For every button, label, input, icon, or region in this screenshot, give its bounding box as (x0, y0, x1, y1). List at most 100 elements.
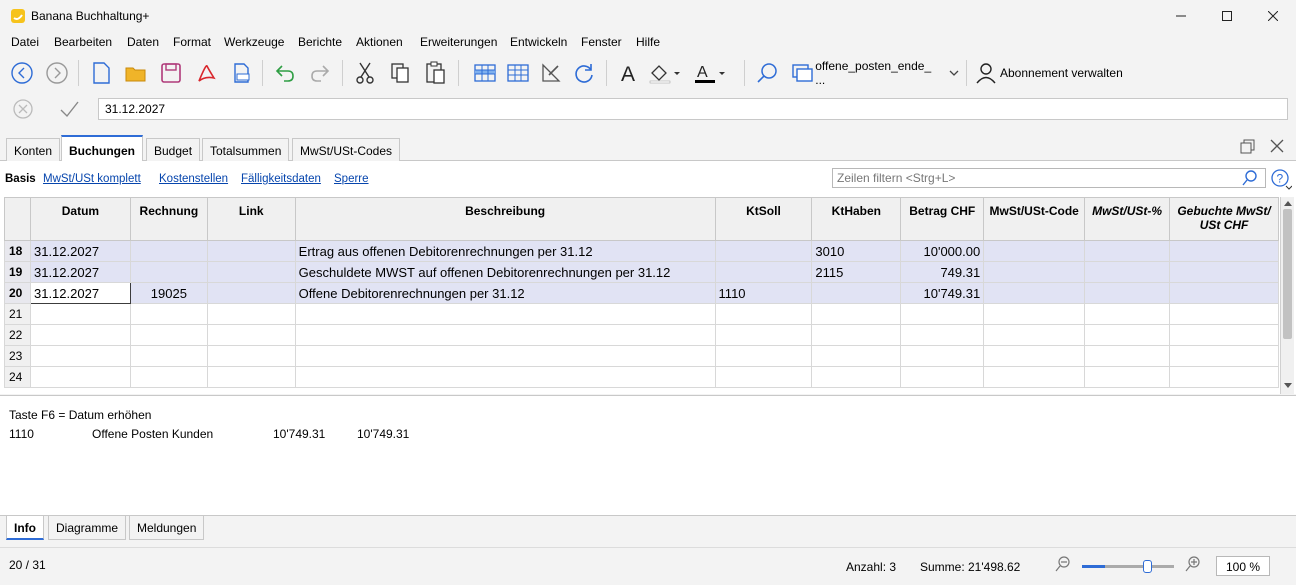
tab-buchungen[interactable]: Buchungen (61, 135, 143, 162)
cell-rechnung[interactable] (129, 324, 208, 346)
table-row[interactable]: 21 (4, 303, 1279, 325)
help-button[interactable]: ? (1270, 168, 1293, 193)
menu-fenster[interactable]: Fenster (581, 35, 622, 49)
tab-info[interactable]: Info (6, 516, 44, 540)
pdf-button[interactable] (191, 58, 221, 88)
cell-rechnung[interactable] (129, 366, 208, 388)
print-preview-button[interactable] (226, 58, 256, 88)
view-mwst-komplett[interactable]: MwSt/USt komplett (43, 173, 141, 185)
minimize-button[interactable] (1158, 0, 1204, 32)
col-header-gebuchte-mwst[interactable]: Gebuchte MwSt/ USt CHF (1169, 197, 1279, 241)
insert-row-button[interactable] (503, 58, 533, 88)
cell-link[interactable] (206, 261, 296, 283)
cell-gebuchte-mwst[interactable] (1169, 261, 1279, 283)
corner-cell[interactable] (4, 197, 31, 241)
current-view-label[interactable]: Basis (5, 173, 36, 185)
tab-mwst-codes[interactable]: MwSt/USt-Codes (292, 138, 401, 161)
redo-button[interactable] (305, 58, 335, 88)
detach-window-button[interactable] (1240, 139, 1256, 158)
close-table-button[interactable] (1270, 139, 1284, 156)
cell-link[interactable] (206, 303, 296, 325)
cell-kthaben[interactable] (811, 366, 902, 388)
cell-link[interactable] (206, 240, 296, 262)
cell-mwst-prozent[interactable] (1084, 261, 1171, 283)
text-color-button[interactable]: A (690, 58, 730, 88)
cell-datum[interactable] (29, 345, 131, 367)
font-button[interactable]: A (614, 58, 644, 88)
cell-ktsoll[interactable] (714, 324, 813, 346)
cell-betrag[interactable]: 10'749.31 (900, 282, 985, 304)
cell-mwst-prozent[interactable] (1084, 366, 1171, 388)
cell-kthaben[interactable]: 3010 (811, 240, 902, 262)
cell-ktsoll[interactable] (714, 240, 813, 262)
table-row[interactable]: 24 (4, 366, 1279, 388)
cancel-edit-button[interactable] (12, 98, 34, 123)
cell-mwst-prozent[interactable] (1084, 282, 1171, 304)
row-number[interactable]: 19 (4, 261, 31, 283)
cell-gebuchte-mwst[interactable] (1169, 366, 1279, 388)
open-file-button[interactable] (121, 58, 151, 88)
cell-kthaben[interactable] (811, 345, 902, 367)
table-row[interactable]: 19 31.12.2027 Geschuldete MWST auf offenen… (4, 261, 1279, 283)
cell-link[interactable] (206, 282, 296, 304)
col-header-link[interactable]: Link (206, 197, 296, 241)
cell-mwst-prozent[interactable] (1084, 240, 1171, 262)
table-row[interactable]: 22 (4, 324, 1279, 346)
menu-erweiterungen[interactable]: Erweiterungen (420, 35, 497, 49)
cell-beschreibung[interactable]: Ertrag aus offenen Debitorenrechnungen p… (294, 240, 716, 262)
cell-beschreibung[interactable] (294, 366, 716, 388)
cell-rechnung[interactable] (129, 345, 208, 367)
view-kostenstellen[interactable]: Kostenstellen (159, 173, 228, 185)
cell-beschreibung[interactable] (294, 324, 716, 346)
cell-link[interactable] (206, 366, 296, 388)
menu-daten[interactable]: Daten (127, 35, 159, 49)
cell-link[interactable] (206, 345, 296, 367)
save-button[interactable] (156, 58, 186, 88)
cell-ktsoll[interactable] (714, 345, 813, 367)
cell-gebuchte-mwst[interactable] (1169, 303, 1279, 325)
col-header-beschreibung[interactable]: Beschreibung (294, 197, 716, 241)
subscription-button[interactable]: Abonnement verwalten (975, 60, 1135, 86)
tab-konten[interactable]: Konten (6, 138, 61, 161)
cell-beschreibung[interactable] (294, 303, 716, 325)
cell-betrag[interactable] (900, 366, 985, 388)
search-button[interactable] (752, 58, 782, 88)
cell-mwst-code[interactable] (983, 345, 1086, 367)
menu-datei[interactable]: Datei (11, 35, 39, 49)
tab-budget[interactable]: Budget (146, 138, 201, 161)
row-number[interactable]: 20 (4, 282, 31, 304)
table-row[interactable]: 23 (4, 345, 1279, 367)
cell-rechnung[interactable]: 19025 (129, 282, 208, 304)
scrollbar-thumb[interactable] (1283, 209, 1292, 339)
recalculate-button[interactable] (569, 58, 599, 88)
cell-betrag[interactable] (900, 324, 985, 346)
cell-rechnung[interactable] (129, 261, 208, 283)
cell-datum[interactable]: 31.12.2027 (29, 240, 131, 262)
tab-diagramme[interactable]: Diagramme (48, 516, 127, 540)
cell-kthaben[interactable] (811, 303, 902, 325)
cell-betrag[interactable] (900, 303, 985, 325)
col-header-rechnung[interactable]: Rechnung (129, 197, 208, 241)
filter-search-button[interactable] (1241, 169, 1259, 190)
close-button[interactable] (1250, 0, 1296, 32)
cell-edit-input[interactable]: 31.12.2027 (98, 98, 1288, 120)
menu-aktionen[interactable]: Aktionen (356, 35, 403, 49)
cell-kthaben[interactable]: 2115 (811, 261, 902, 283)
zoom-in-button[interactable] (1184, 555, 1202, 576)
copy-button[interactable] (385, 58, 415, 88)
edit-cell-button[interactable] (536, 58, 566, 88)
add-rows-button[interactable] (470, 58, 500, 88)
menu-format[interactable]: Format (173, 35, 211, 49)
cell-gebuchte-mwst[interactable] (1169, 240, 1279, 262)
col-header-betrag[interactable]: Betrag CHF (900, 197, 985, 241)
new-file-button[interactable] (86, 58, 116, 88)
cell-ktsoll[interactable] (714, 366, 813, 388)
cell-mwst-code[interactable] (983, 282, 1086, 304)
paste-button[interactable] (420, 58, 450, 88)
tab-totalsummen[interactable]: Totalsummen (202, 138, 290, 161)
cell-mwst-code[interactable] (983, 240, 1086, 262)
col-header-ktsoll[interactable]: KtSoll (714, 197, 813, 241)
menu-hilfe[interactable]: Hilfe (636, 35, 660, 49)
view-faelligkeitsdaten[interactable]: Fälligkeitsdaten (241, 173, 321, 185)
menu-bearbeiten[interactable]: Bearbeiten (54, 35, 112, 49)
